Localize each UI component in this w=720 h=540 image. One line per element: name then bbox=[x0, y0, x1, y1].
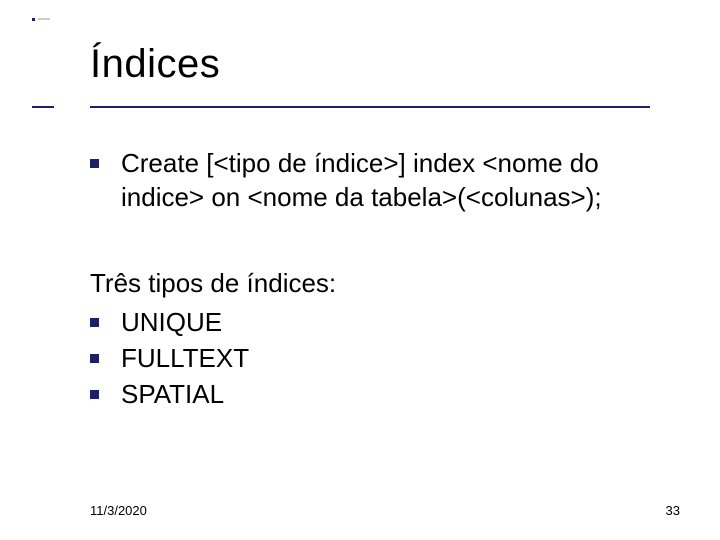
slide-body: Create [<tipo de índice>] index <nome do… bbox=[90, 147, 656, 412]
bullet-item: FULLTEXT bbox=[90, 342, 656, 376]
bullet-item: SPATIAL bbox=[90, 378, 656, 412]
square-bullet-icon bbox=[90, 390, 99, 399]
bullet-item: UNIQUE bbox=[90, 306, 656, 340]
square-bullet-icon bbox=[90, 318, 99, 327]
decor-line bbox=[38, 18, 50, 20]
bullet-text: FULLTEXT bbox=[121, 342, 249, 376]
slide-footer: 11/3/2020 33 bbox=[90, 503, 680, 518]
spacer bbox=[90, 223, 656, 267]
bullet-text: SPATIAL bbox=[121, 378, 224, 412]
slide-title: Índices bbox=[90, 42, 656, 87]
footer-date: 11/3/2020 bbox=[90, 503, 147, 518]
square-bullet-icon bbox=[90, 354, 99, 363]
square-bullet-icon bbox=[90, 159, 99, 168]
bullet-item: Create [<tipo de índice>] index <nome do… bbox=[90, 147, 656, 215]
title-accent-line bbox=[32, 106, 54, 108]
bullet-text: UNIQUE bbox=[121, 306, 222, 340]
bullet-text: Create [<tipo de índice>] index <nome do… bbox=[121, 147, 656, 215]
sub-heading: Três tipos de índices: bbox=[90, 267, 656, 301]
decor-dot bbox=[32, 18, 35, 21]
slide: Índices Create [<tipo de índice>] index … bbox=[0, 0, 720, 540]
title-underline bbox=[90, 106, 650, 108]
footer-slide-number: 33 bbox=[666, 503, 680, 518]
